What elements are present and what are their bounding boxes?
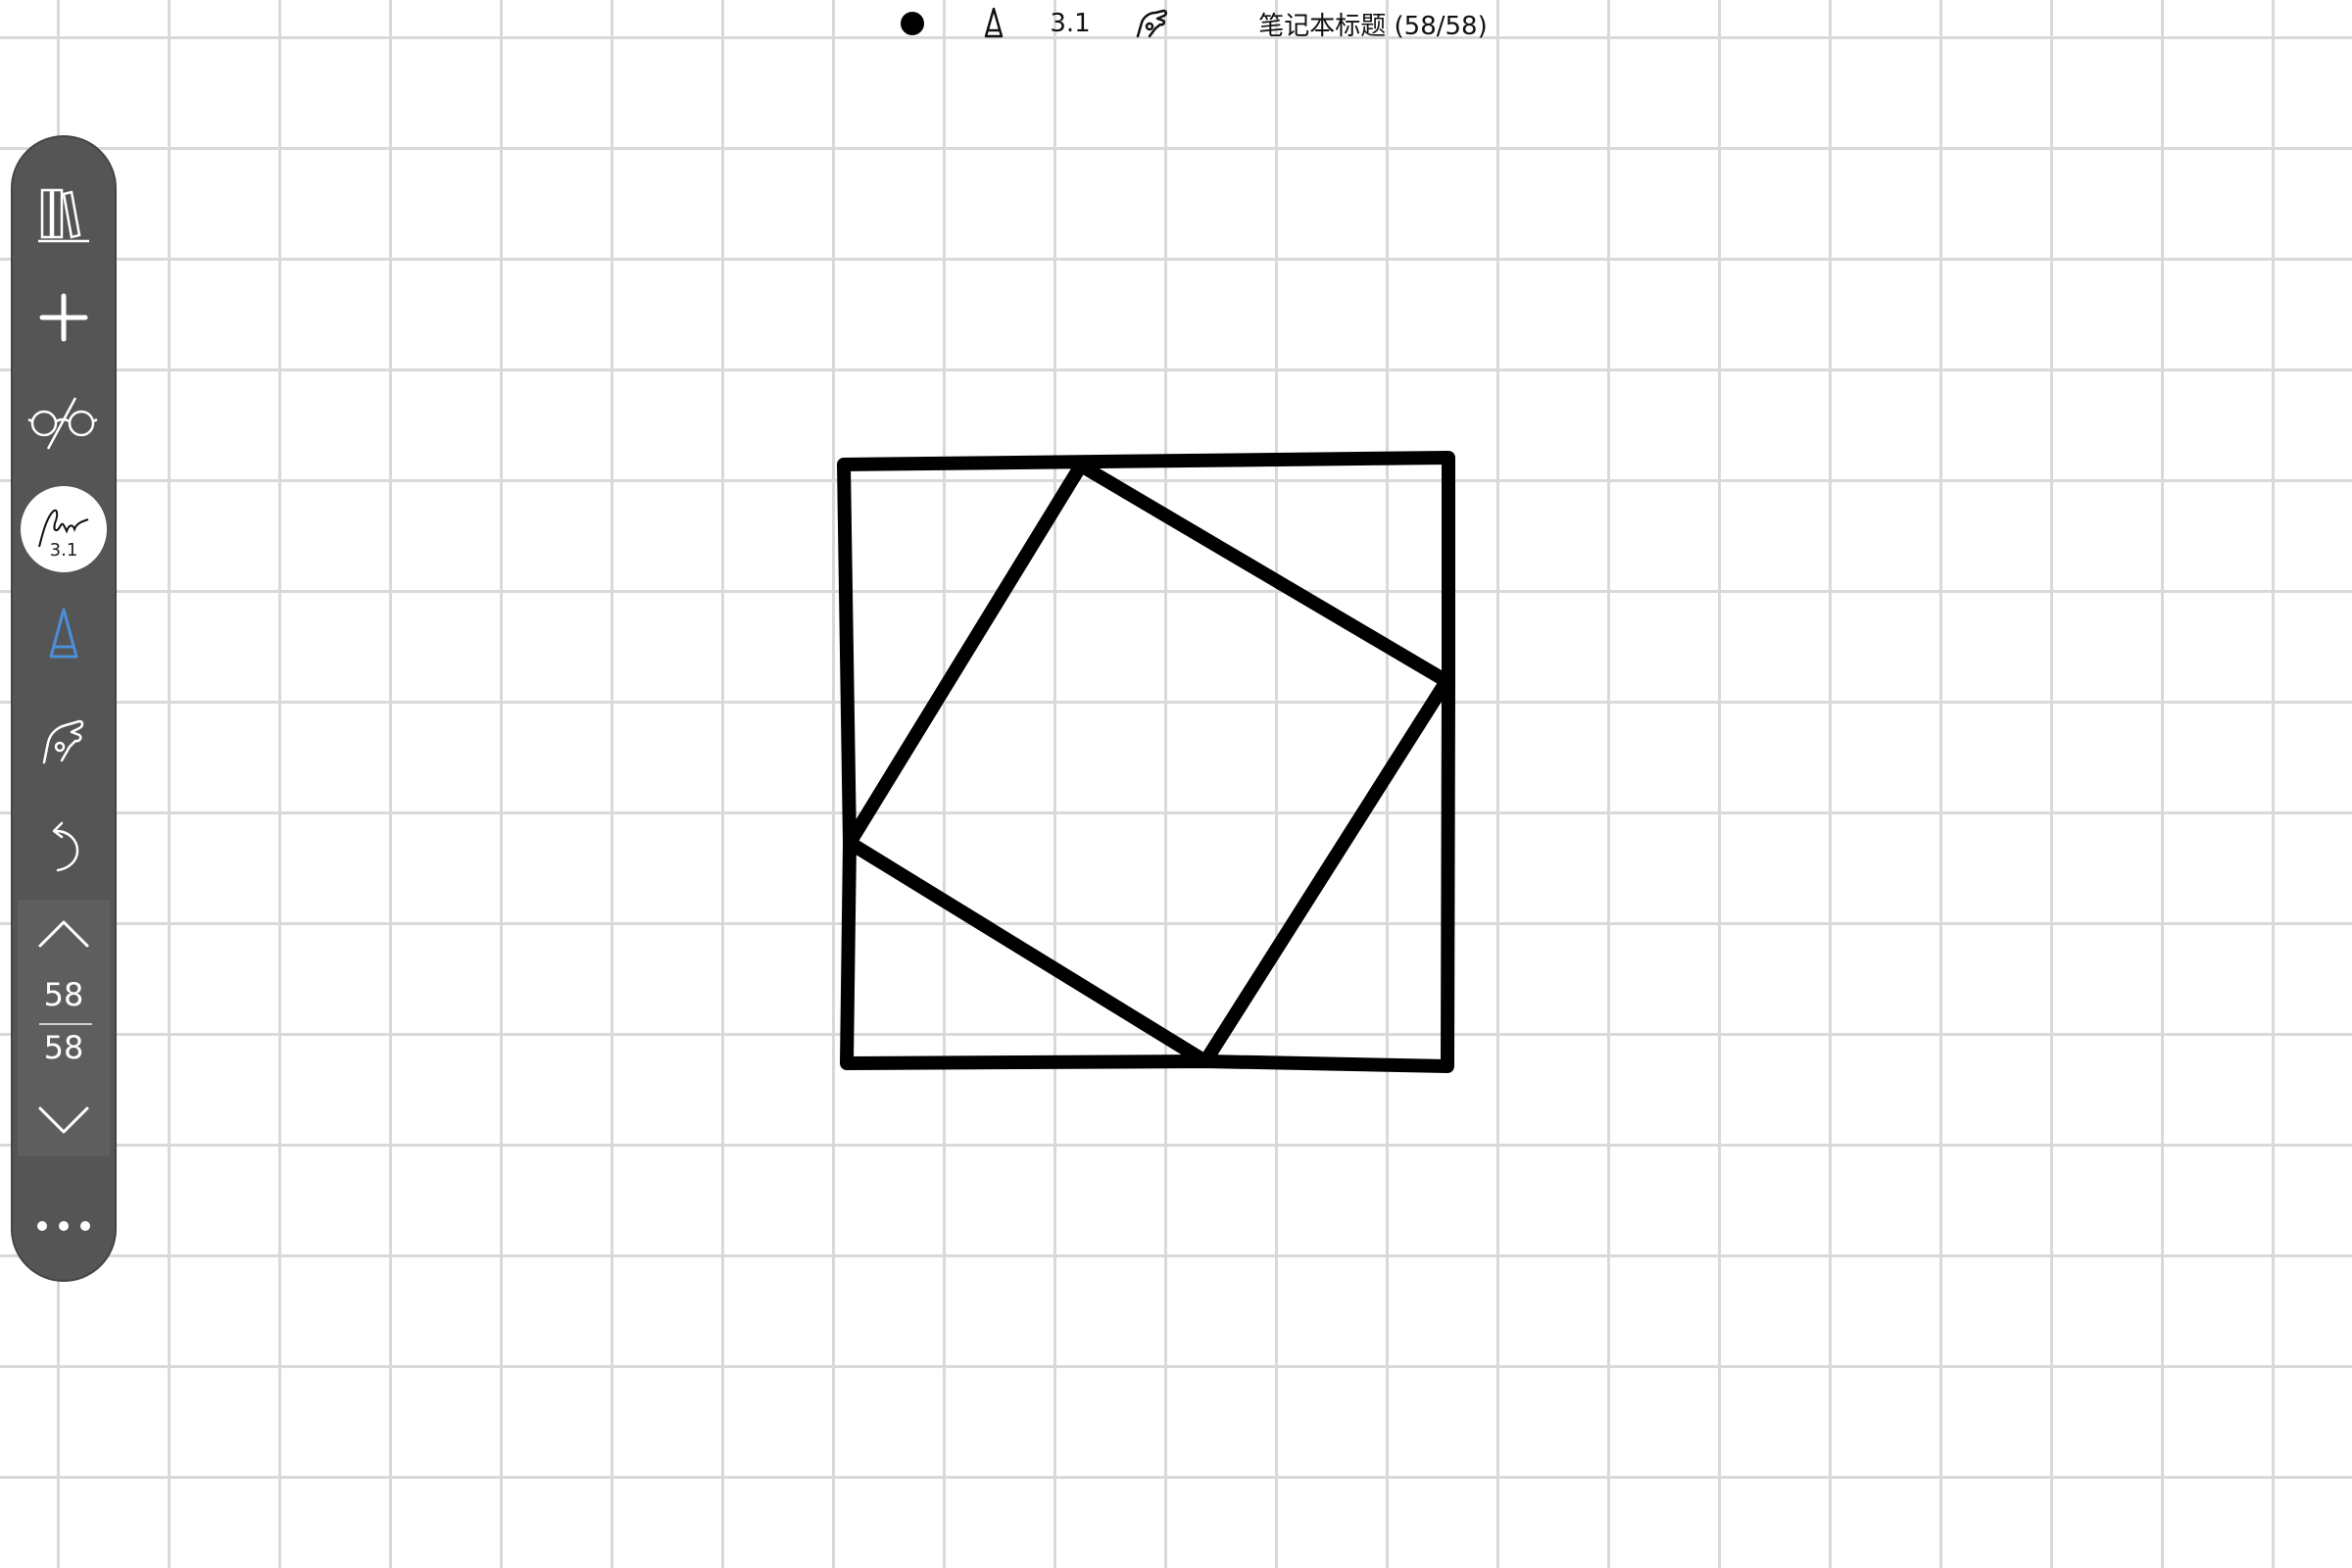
ink-inner-square (843, 459, 1453, 1068)
library-icon (38, 188, 89, 243)
ink-color-indicator[interactable] (898, 6, 927, 41)
chevron-up-icon (38, 920, 89, 948)
pen-tool-button[interactable] (13, 586, 115, 684)
undo-button[interactable] (13, 798, 115, 896)
current-page-number: 58 (43, 976, 84, 1013)
pen-size-button[interactable]: 3.1 (13, 480, 115, 578)
page-navigator: 58 58 (18, 900, 110, 1156)
sidebar-toolbar: 3.1 58 58 (11, 135, 117, 1282)
ink-outer-square (837, 451, 1455, 1073)
page-down-button[interactable] (18, 1086, 110, 1154)
add-page-button[interactable] (13, 269, 115, 367)
more-icon (37, 1221, 90, 1231)
hand-tool-button[interactable] (13, 692, 115, 790)
pen-size-label: 3.1 (49, 540, 78, 561)
page-divider (39, 1023, 92, 1025)
status-bar: 3.1 笔记本标题 (58/58) (0, 0, 2352, 47)
plus-icon (39, 293, 88, 342)
glasses-icon (27, 397, 98, 450)
library-button[interactable] (13, 167, 115, 265)
notebook-title[interactable]: 笔记本标题 (58/58) (1258, 6, 1487, 41)
pen-width-value: 3.1 (1050, 9, 1091, 38)
more-button[interactable] (13, 1182, 115, 1270)
read-mode-button[interactable] (13, 374, 115, 472)
undo-icon (52, 821, 79, 872)
chevron-down-icon (38, 1106, 89, 1134)
ink-drawing (837, 451, 1455, 1073)
total-page-number: 58 (43, 1029, 84, 1066)
pen-nib-icon (49, 608, 78, 659)
page-up-button[interactable] (18, 900, 110, 968)
pen-nib-icon[interactable] (976, 6, 1011, 41)
hand-pointer-icon[interactable] (1133, 6, 1172, 41)
hand-pointer-icon (42, 719, 84, 764)
